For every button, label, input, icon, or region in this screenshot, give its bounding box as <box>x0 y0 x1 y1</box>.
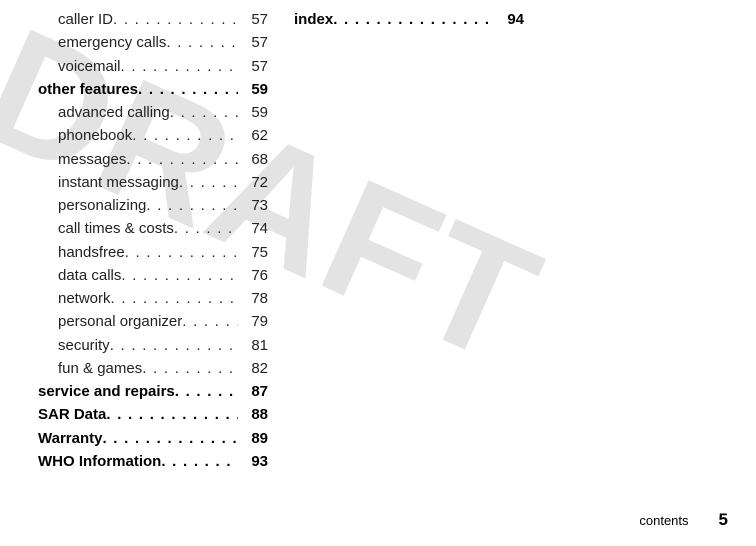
toc-label: personalizing <box>58 194 146 217</box>
toc-label: phonebook <box>58 124 132 147</box>
toc-entry: service and repairs 87 <box>38 380 268 403</box>
toc-page: 76 <box>238 264 268 287</box>
toc-entry: data calls 76 <box>38 264 268 287</box>
toc-page: 89 <box>238 427 268 450</box>
toc-label: security <box>58 334 110 357</box>
toc-label: other features <box>38 78 138 101</box>
toc-leader-dots <box>111 287 238 310</box>
toc-entry: call times & costs 74 <box>38 217 268 240</box>
toc-leader-dots <box>166 31 238 54</box>
toc-entry: index 94 <box>294 8 524 31</box>
toc-page: 73 <box>238 194 268 217</box>
toc-entry: personal organizer 79 <box>38 310 268 333</box>
toc-page: 75 <box>238 241 268 264</box>
toc-leader-dots <box>174 217 238 240</box>
toc-entry: Warranty 89 <box>38 427 268 450</box>
toc-entry: phonebook 62 <box>38 124 268 147</box>
toc-leader-dots <box>121 264 238 287</box>
toc-column-1: caller ID57emergency calls57voicemail57o… <box>38 8 268 473</box>
toc-leader-dots <box>106 403 238 426</box>
toc-page: 87 <box>238 380 268 403</box>
toc-page: 57 <box>238 55 268 78</box>
toc-page: 94 <box>494 8 524 31</box>
toc-column-2: index 94 <box>294 8 524 473</box>
toc-leader-dots <box>113 8 238 31</box>
toc-page: 57 <box>238 8 268 31</box>
toc-leader-dots <box>179 171 238 194</box>
toc-label: personal organizer <box>58 310 182 333</box>
toc-page: 81 <box>238 334 268 357</box>
toc-entry: caller ID 57 <box>38 8 268 31</box>
toc-page: 72 <box>238 171 268 194</box>
toc-page: 57 <box>238 31 268 54</box>
toc-leader-dots <box>333 8 494 31</box>
toc-label: emergency calls <box>58 31 166 54</box>
toc-leader-dots <box>125 241 238 264</box>
toc-page: 62 <box>238 124 268 147</box>
toc-entry: messages 68 <box>38 148 268 171</box>
toc-label: WHO Information <box>38 450 161 473</box>
toc-leader-dots <box>132 124 238 147</box>
footer-page-number: 5 <box>719 510 728 530</box>
toc-entry: fun & games 82 <box>38 357 268 380</box>
toc-label: advanced calling <box>58 101 170 124</box>
toc-entry: instant messaging 72 <box>38 171 268 194</box>
toc-entry: security 81 <box>38 334 268 357</box>
toc-label: caller ID <box>58 8 113 31</box>
toc-page: 68 <box>238 148 268 171</box>
toc-label: network <box>58 287 111 310</box>
toc-entry: voicemail 57 <box>38 55 268 78</box>
toc-page: 93 <box>238 450 268 473</box>
toc-label: service and repairs <box>38 380 175 403</box>
toc-page: 74 <box>238 217 268 240</box>
toc-label: call times & costs <box>58 217 174 240</box>
toc-entry: emergency calls 57 <box>38 31 268 54</box>
toc-leader-dots <box>110 334 238 357</box>
toc-label: handsfree <box>58 241 125 264</box>
toc-leader-dots <box>146 194 238 217</box>
toc-leader-dots <box>175 380 238 403</box>
toc-label: Warranty <box>38 427 102 450</box>
toc-page: 88 <box>238 403 268 426</box>
toc-entry: personalizing 73 <box>38 194 268 217</box>
toc-leader-dots <box>121 55 238 78</box>
toc-label: SAR Data <box>38 403 106 426</box>
toc-label: fun & games <box>58 357 142 380</box>
toc-label: voicemail <box>58 55 121 78</box>
toc-page: 82 <box>238 357 268 380</box>
toc-leader-dots <box>102 427 238 450</box>
toc-label: data calls <box>58 264 121 287</box>
toc-leader-dots <box>126 148 238 171</box>
toc-entry: SAR Data 88 <box>38 403 268 426</box>
page-footer: contents 5 <box>639 510 728 530</box>
toc-entry: advanced calling 59 <box>38 101 268 124</box>
toc-page: 78 <box>238 287 268 310</box>
toc-leader-dots <box>138 78 238 101</box>
toc-leader-dots <box>170 101 238 124</box>
toc-entry: WHO Information 93 <box>38 450 268 473</box>
toc-label: instant messaging <box>58 171 179 194</box>
toc-leader-dots <box>142 357 238 380</box>
toc-entry: handsfree 75 <box>38 241 268 264</box>
toc-entry: network 78 <box>38 287 268 310</box>
toc-entry: other features 59 <box>38 78 268 101</box>
toc-page: 59 <box>238 78 268 101</box>
toc-leader-dots <box>182 310 238 333</box>
toc-label: index <box>294 8 333 31</box>
toc-page: 59 <box>238 101 268 124</box>
footer-section: contents <box>639 513 688 528</box>
toc-label: messages <box>58 148 126 171</box>
toc-page: 79 <box>238 310 268 333</box>
toc-leader-dots <box>161 450 238 473</box>
